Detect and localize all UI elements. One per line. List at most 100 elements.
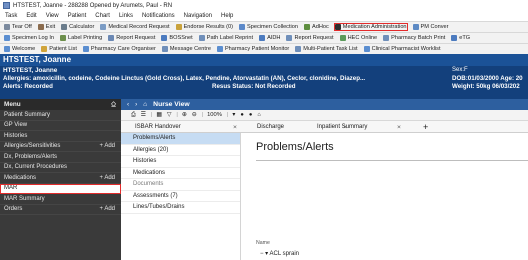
close-icon[interactable]: × — [397, 124, 401, 131]
grid-icon[interactable]: ▦ — [156, 112, 161, 118]
component-medications[interactable]: Medications — [121, 168, 240, 179]
toolbar-button-medical-record-request[interactable]: Medical Record Request — [100, 24, 170, 30]
sidebar-item-patient-summary[interactable]: Patient Summary — [0, 110, 121, 121]
refresh-icon[interactable]: ● — [240, 112, 244, 118]
component-assessments-7[interactable]: Assessments (7) — [121, 191, 240, 202]
zoom-level[interactable]: 100% — [207, 112, 222, 118]
toolbar-label: Medication Administration — [342, 24, 407, 30]
tab-inpatient-summary[interactable]: Inpatient Summary × — [317, 121, 417, 133]
component-problems-alerts[interactable]: Problems/Alerts — [121, 133, 240, 145]
toolbar-button-message-centre[interactable]: Message Centre — [161, 46, 211, 52]
tab-isbar-handover[interactable]: ISBAR Handover × — [135, 121, 242, 133]
table-header: Name — [256, 240, 270, 246]
patient-dob: DOB:01/03/2000 Age: 20 — [452, 75, 523, 82]
allergy-list[interactable]: Allergies: amoxicillin, codeine, Codeine… — [3, 75, 365, 82]
patient-weight: Weight: 50kg 06/03/202 — [452, 83, 520, 90]
filter-icon[interactable]: ▽ — [167, 112, 171, 118]
settings-icon[interactable]: ⌂ — [257, 112, 261, 118]
sidebar-item-label: MAR Summary — [4, 195, 45, 202]
toolbar-button-multi-patient-task-list[interactable]: Multi-Patient Task List — [295, 46, 358, 52]
toolbar-button-calculator[interactable]: Calculator — [61, 24, 94, 30]
app-icon — [3, 2, 10, 9]
toolbar-label: Endorse Results (0) — [183, 24, 233, 30]
table-row[interactable]: − ▾ ACL sprain — [260, 250, 299, 257]
toolbar-icon — [383, 35, 390, 41]
print-icon[interactable]: ⎙ — [131, 112, 136, 119]
toolbar-label: BOSSnet — [169, 35, 193, 41]
menu-item-edit[interactable]: Edit — [26, 13, 36, 19]
sidebar-item-label: Dx, Problems/Alerts — [4, 153, 58, 160]
component-documents[interactable]: Documents — [121, 179, 240, 191]
add-button[interactable]: + Add — [99, 175, 115, 181]
toolbar-icon — [239, 24, 245, 30]
add-button[interactable]: + Add — [99, 206, 115, 212]
toolbar-button-pharmacy-batch-print[interactable]: Pharmacy Batch Print — [383, 35, 445, 41]
toolbar-button-aidh[interactable]: AIDH — [259, 35, 280, 41]
component-list: Problems/Alerts Allergies (20) Histories Me… — [121, 133, 241, 260]
toolbar-button-report-request[interactable]: Report Request — [286, 35, 334, 41]
sidebar-item-dx-problems-alerts[interactable]: Dx, Problems/Alerts — [0, 152, 121, 163]
home-icon[interactable]: ⌂ — [143, 101, 147, 108]
menu-item-help[interactable]: Help — [221, 13, 233, 19]
patient-tab-name[interactable]: HTSTEST, Joanne — [0, 54, 528, 66]
toolbar-button-tear-off[interactable]: Tear Off — [4, 24, 32, 30]
toolbar-button-pharmacy-care-organiser[interactable]: Pharmacy Care Organiser — [82, 46, 156, 52]
toolbar-button-etg[interactable]: eTG — [451, 35, 470, 41]
toolbar-button-bossnet[interactable]: BOSSnet — [161, 35, 193, 41]
component-lines-tubes-drains[interactable]: Lines/Tubes/Drains — [121, 202, 240, 214]
sidebar-item-allergies-sensitivities[interactable]: Allergies/Sensitivities + Add — [0, 142, 121, 152]
component-allergies-20[interactable]: Allergies (20) — [121, 145, 240, 156]
sidebar-item-label: Medications — [4, 174, 37, 181]
toolbar-button-welcome[interactable]: Welcome — [4, 46, 35, 52]
close-icon[interactable]: × — [233, 124, 237, 131]
sidebar-item-dx-current-procedures[interactable]: Dx, Current Procedures — [0, 163, 121, 173]
layout-icon[interactable]: ● — [249, 112, 253, 118]
back-arrow-icon[interactable]: ‹ — [127, 101, 129, 108]
toolbar-button-path-label-reprint[interactable]: Path Label Reprint — [198, 35, 253, 41]
toolbar-label: HEC Online — [347, 35, 378, 41]
menu-item-view[interactable]: View — [46, 13, 59, 19]
menu-item-chart[interactable]: Chart — [95, 13, 110, 19]
toolbar-button-patient-list[interactable]: Patient List — [41, 46, 77, 52]
menu-item-navigation[interactable]: Navigation — [184, 13, 212, 19]
alerts-status[interactable]: Alerts: Recorded — [3, 83, 53, 90]
sidebar-item-orders[interactable]: Orders + Add — [0, 205, 121, 215]
toolbar-button-clinical-pharmacist-worklist[interactable]: Clinical Pharmacist Worklist — [363, 46, 441, 52]
list-icon[interactable]: ☰ — [141, 112, 146, 118]
toolbar-button-adhoc[interactable]: AdHoc — [304, 24, 329, 30]
menu-item-notifications[interactable]: Notifications — [142, 13, 175, 19]
toolbar-button-report-request[interactable]: Report Request — [108, 35, 155, 41]
zoom-out-icon[interactable]: ⊖ — [192, 112, 197, 118]
toolbar-button-pm-conver[interactable]: PM Conver — [412, 24, 449, 30]
patient-banner: HTSTEST, Joanne HTSTEST, Joanne Allergie… — [0, 54, 528, 99]
add-button[interactable]: + Add — [99, 143, 115, 149]
menu-header: Menu ⎐ — [0, 99, 121, 110]
sidebar-item-mar-summary[interactable]: MAR Summary — [0, 194, 121, 205]
toolbar-button-specimen-log-in[interactable]: Specimen Log In — [4, 35, 54, 41]
toolbar-button-endorse-results-0[interactable]: Endorse Results (0) — [175, 24, 233, 30]
zoom-in-icon[interactable]: ⊕ — [182, 112, 187, 118]
toolbar-button-hec-online[interactable]: HEC Online — [339, 35, 378, 41]
toolbar-button-medication-administration[interactable]: Medication Administration — [333, 23, 408, 31]
toolbar-button-specimen-collection[interactable]: Specimen Collection — [239, 24, 298, 30]
toolbar-button-exit[interactable]: Exit — [37, 24, 55, 30]
sidebar-item-histories[interactable]: Histories — [0, 131, 121, 142]
sidebar-item-gp-view[interactable]: GP View — [0, 121, 121, 131]
tab-label: Inpatient Summary — [317, 124, 368, 130]
menu-item-links[interactable]: Links — [119, 13, 133, 19]
toolbar-button-pharmacy-patient-monitor[interactable]: Pharmacy Patient Monitor — [216, 46, 289, 52]
add-tab-icon[interactable]: + — [423, 121, 428, 133]
menu-item-patient[interactable]: Patient — [68, 13, 87, 19]
component-histories[interactable]: Histories — [121, 156, 240, 168]
toolbar-icon — [286, 35, 293, 41]
chevron-down-icon[interactable]: ▾ — [232, 112, 235, 118]
view-toolbar: ⎙ ☰ | ▦ ▽ | ⊕ ⊖ | 100% | ▾ ● ● ⌂ — [121, 110, 528, 121]
menu-item-task[interactable]: Task — [5, 13, 17, 19]
tab-label: ISBAR Handover — [135, 124, 181, 130]
forward-arrow-icon[interactable]: › — [135, 101, 137, 108]
sidebar-item-medications[interactable]: Medications + Add — [0, 173, 121, 184]
pin-icon[interactable]: ⎐ — [111, 101, 116, 109]
expand-icon[interactable]: − ▾ — [260, 251, 268, 257]
toolbar-button-label-printing[interactable]: Label Printing — [59, 35, 102, 41]
sidebar-item-mar[interactable]: MAR — [0, 183, 121, 194]
